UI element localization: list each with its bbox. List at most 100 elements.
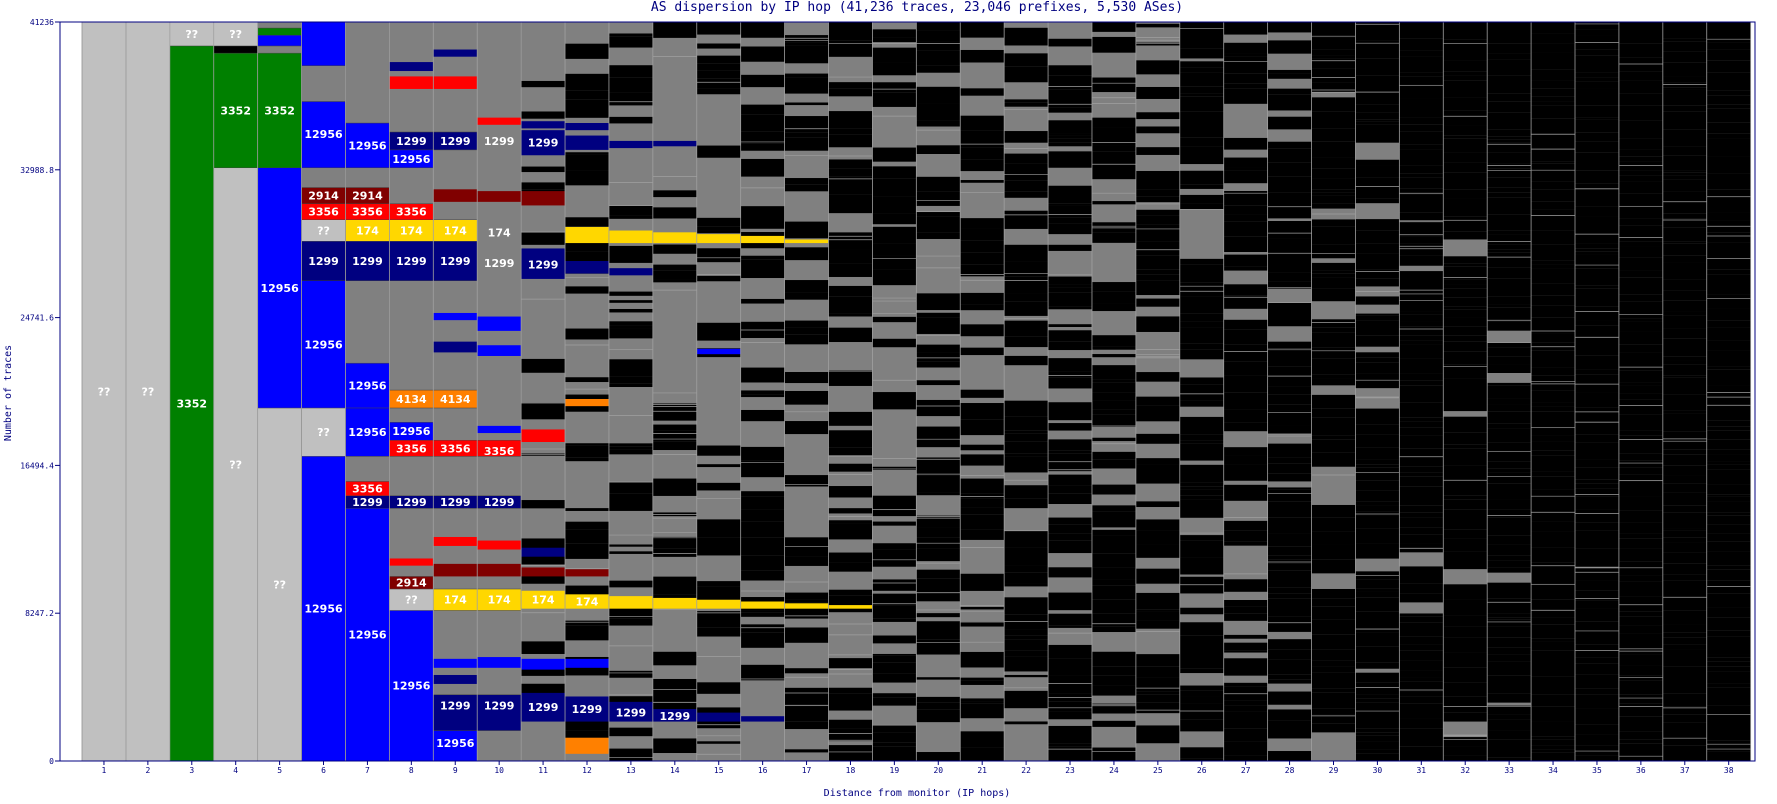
stripe bbox=[1618, 71, 1663, 81]
segment-label: 1299 bbox=[396, 135, 427, 148]
stripe bbox=[696, 537, 741, 556]
x-tick-label: 4 bbox=[233, 766, 238, 775]
stripe bbox=[652, 430, 697, 442]
stripe bbox=[1618, 538, 1663, 549]
stripe bbox=[1399, 98, 1444, 104]
stripe bbox=[1135, 269, 1180, 275]
stripe bbox=[1575, 708, 1619, 725]
stripe bbox=[1662, 311, 1707, 316]
stripe bbox=[1311, 606, 1356, 620]
stripe bbox=[1355, 528, 1400, 544]
stripe bbox=[1531, 133, 1576, 149]
stripe bbox=[652, 207, 697, 219]
stripe bbox=[1399, 282, 1444, 298]
stripe bbox=[652, 689, 697, 702]
as-band bbox=[565, 123, 609, 131]
stripe bbox=[1399, 660, 1444, 671]
stripe bbox=[1135, 654, 1180, 667]
stripe bbox=[1355, 362, 1400, 374]
stripe bbox=[1048, 89, 1092, 108]
stripe bbox=[608, 325, 653, 329]
stripe bbox=[1223, 205, 1268, 215]
stripe bbox=[1091, 599, 1136, 614]
stripe bbox=[960, 498, 1005, 508]
stripe bbox=[740, 74, 785, 88]
stripe bbox=[916, 709, 961, 723]
stripe bbox=[565, 625, 609, 641]
stripe bbox=[1662, 530, 1707, 538]
segment-label: 1299 bbox=[352, 255, 383, 268]
stripe bbox=[1618, 270, 1663, 278]
stripe bbox=[1311, 327, 1356, 333]
stripe bbox=[916, 592, 961, 602]
stripe bbox=[1355, 464, 1400, 468]
stripe bbox=[1179, 685, 1224, 691]
stripe bbox=[784, 247, 829, 261]
stripe bbox=[1575, 479, 1619, 484]
stripe bbox=[740, 394, 785, 398]
stripe bbox=[916, 120, 961, 127]
stripe bbox=[1267, 587, 1312, 594]
x-tick-label: 10 bbox=[494, 766, 504, 775]
stripe bbox=[1487, 714, 1532, 720]
stripe bbox=[872, 62, 917, 76]
stripe bbox=[1618, 481, 1663, 497]
stripe bbox=[1399, 165, 1444, 174]
stripe bbox=[1311, 157, 1356, 169]
stripe bbox=[1531, 101, 1576, 106]
stripe bbox=[1662, 714, 1707, 720]
stripe bbox=[1662, 170, 1707, 173]
stripe bbox=[1662, 719, 1707, 723]
stripe bbox=[1223, 137, 1268, 150]
x-tick-label: 36 bbox=[1636, 766, 1646, 775]
stripe bbox=[1706, 654, 1751, 658]
stripe bbox=[1662, 637, 1707, 645]
stripe bbox=[1706, 426, 1751, 431]
x-tick-label: 28 bbox=[1285, 766, 1295, 775]
stripe bbox=[1223, 392, 1268, 410]
stripe bbox=[828, 24, 873, 41]
stripe bbox=[828, 552, 873, 563]
stripe bbox=[1223, 682, 1268, 687]
stripe bbox=[1706, 565, 1751, 570]
stripe bbox=[1662, 360, 1707, 365]
stripe bbox=[1311, 374, 1356, 379]
stripe bbox=[828, 128, 873, 135]
stripe bbox=[696, 145, 741, 158]
segment-label: 1299 bbox=[484, 699, 515, 712]
stripe bbox=[1004, 261, 1049, 277]
stripe bbox=[916, 696, 961, 703]
stripe bbox=[960, 180, 1005, 183]
stripe bbox=[1487, 307, 1532, 322]
as-band bbox=[696, 234, 741, 244]
as-band bbox=[652, 597, 697, 609]
stripe bbox=[1443, 495, 1488, 500]
stripe bbox=[1223, 579, 1268, 592]
stripe bbox=[608, 618, 653, 626]
stripe bbox=[1487, 197, 1532, 215]
stripe bbox=[1267, 487, 1312, 490]
stripe bbox=[1399, 131, 1444, 145]
stripe bbox=[1004, 180, 1049, 192]
stripe bbox=[1399, 527, 1444, 535]
stripe bbox=[1355, 91, 1400, 105]
as-band bbox=[784, 603, 829, 609]
stripe bbox=[1575, 234, 1619, 244]
stripe bbox=[1355, 335, 1400, 347]
stripe bbox=[1223, 375, 1268, 393]
stripe bbox=[1662, 146, 1707, 156]
stripe bbox=[1355, 749, 1400, 754]
stripe bbox=[1223, 409, 1268, 423]
x-tick-label: 19 bbox=[890, 766, 900, 775]
stripe bbox=[1399, 718, 1444, 729]
stripe bbox=[1531, 752, 1576, 761]
stripe bbox=[1048, 725, 1092, 744]
stripe bbox=[1531, 489, 1576, 502]
x-tick-label: 33 bbox=[1504, 766, 1514, 775]
stripe bbox=[1531, 610, 1576, 618]
stripe bbox=[1004, 621, 1049, 630]
stripe bbox=[1662, 465, 1707, 476]
stripe bbox=[1311, 37, 1356, 50]
stripe bbox=[1267, 366, 1312, 376]
stripe bbox=[1355, 505, 1400, 512]
